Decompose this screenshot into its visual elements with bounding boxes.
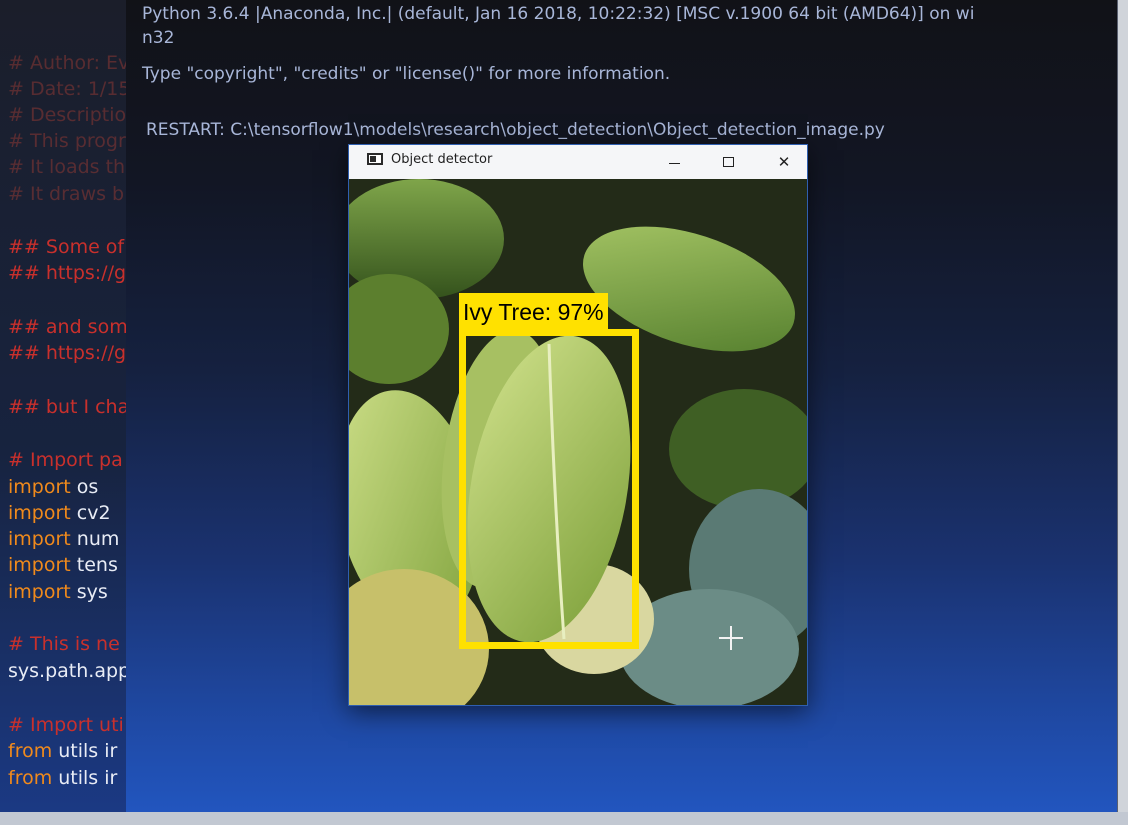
editor-code-line: import os	[8, 476, 98, 498]
code-comment: ## https://g	[8, 262, 127, 284]
code-keyword: import	[8, 554, 71, 576]
code-comment: ## but I cha	[8, 396, 130, 418]
editor-code-line: ## https://g	[8, 262, 126, 284]
close-button[interactable]: ✕	[761, 145, 807, 179]
code-keyword: from	[8, 767, 53, 789]
code-keyword: import	[8, 528, 71, 550]
detection-label: Ivy Tree: 97%	[459, 293, 608, 331]
detection-image: Ivy Tree: 97%	[349, 179, 807, 705]
code-text: tens	[70, 554, 118, 576]
editor-code-line: ## Some of	[8, 236, 124, 258]
code-comment: # Description:	[8, 104, 135, 126]
editor-code-line: # This is ne	[8, 633, 120, 655]
editor-code-line: from utils ir	[8, 767, 117, 789]
object-detector-window[interactable]: Object detector ✕ Ivy Tree: 97%	[348, 144, 808, 706]
code-comment: # Author: Evan Juras	[8, 52, 135, 74]
code-comment: # This is ne	[8, 633, 120, 655]
taskbar-edge	[0, 812, 1128, 825]
code-comment: # It draws b	[8, 183, 125, 205]
editor-code-line: ## but I cha	[8, 396, 129, 418]
shell-banner-line-3: Type "copyright", "credits" or "license(…	[142, 64, 671, 84]
code-comment: # Import pa	[8, 449, 123, 471]
editor-code-line: # Import pa	[8, 449, 123, 471]
window-app-icon	[367, 153, 383, 165]
editor-code-line: # It draws b	[8, 183, 124, 205]
code-text: os	[70, 476, 99, 498]
code-keyword: from	[8, 740, 53, 762]
editor-code-line: # Import uti	[8, 714, 124, 736]
code-comment: # It loads the	[8, 156, 135, 178]
code-keyword: import	[8, 502, 71, 524]
shell-banner-line-2: n32	[142, 28, 175, 48]
code-comment: # Import uti	[8, 714, 124, 736]
editor-code-line: import cv2	[8, 502, 111, 524]
editor-code-line: # Date: 1/15/18	[8, 78, 135, 100]
code-text: num	[70, 528, 120, 550]
editor-code-line: ## and som	[8, 316, 128, 338]
detection-bounding-box	[459, 329, 639, 649]
code-comment: # This program	[8, 130, 135, 152]
code-comment: ## Some of	[8, 236, 125, 258]
minimize-icon	[668, 162, 680, 164]
editor-code-line: # This program	[8, 130, 135, 152]
code-keyword: import	[8, 581, 71, 603]
code-text: utils ir	[52, 767, 118, 789]
shell-banner-line-1: Python 3.6.4 |Anaconda, Inc.| (default, …	[142, 4, 975, 24]
editor-code-line: from utils ir	[8, 740, 117, 762]
close-icon: ✕	[777, 153, 791, 171]
editor-code-line: import num	[8, 528, 119, 550]
minimize-button[interactable]	[651, 145, 697, 179]
code-text: utils ir	[52, 740, 118, 762]
editor-code-line: # Description:	[8, 104, 135, 126]
code-comment: # Date: 1/15/18	[8, 78, 135, 100]
editor-code-line: sys.path.app	[8, 660, 130, 682]
maximize-icon	[722, 157, 734, 167]
editor-code-line: import tens	[8, 554, 118, 576]
code-comment: ## https://g	[8, 342, 127, 364]
code-text: cv2	[70, 502, 111, 524]
code-text: sys	[70, 581, 108, 603]
code-text: sys.path.app	[8, 660, 131, 682]
code-comment: ## and som	[8, 316, 128, 338]
editor-code-line: import sys	[8, 581, 108, 603]
code-editor-window[interactable]: # Author: Evan Juras # Date: 1/15/18 # Des…	[0, 0, 135, 825]
window-title: Object detector	[391, 152, 493, 167]
desktop-edge-right	[1118, 0, 1128, 825]
window-titlebar[interactable]: Object detector ✕	[349, 145, 807, 179]
code-keyword: import	[8, 476, 71, 498]
editor-code-line: ## https://g	[8, 342, 126, 364]
editor-code-line: # Author: Evan Juras	[8, 52, 135, 74]
shell-restart-line: RESTART: C:\tensorflow1\models\research\…	[146, 120, 885, 140]
maximize-button[interactable]	[705, 145, 751, 179]
editor-code-line: # It loads the	[8, 156, 135, 178]
